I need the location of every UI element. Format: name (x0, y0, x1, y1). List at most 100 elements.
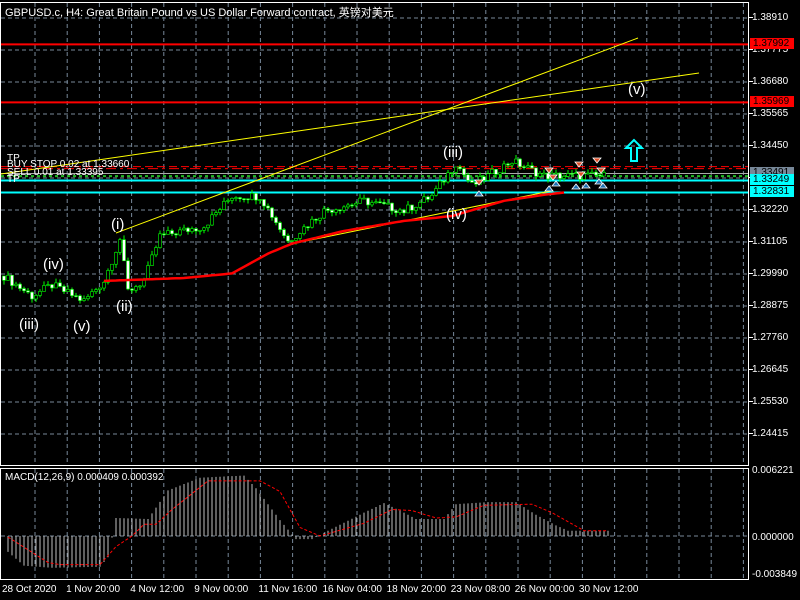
candle-body (470, 180, 474, 183)
time-axis-label: 28 Oct 2020 (2, 584, 57, 595)
candle-body (442, 180, 446, 183)
candle-body (290, 240, 294, 242)
candle-body (402, 209, 406, 214)
wave-label: (v) (628, 81, 646, 98)
candle-body (526, 165, 530, 168)
candle-body (382, 202, 386, 204)
candle-body (414, 207, 418, 211)
candle-body (586, 172, 590, 175)
candle-body (238, 197, 242, 200)
chart-title: GBPUSD.c, H4: Great Britain Pound vs US … (5, 7, 394, 19)
candle-body (538, 173, 542, 177)
candle-body (558, 172, 562, 179)
candle-body (322, 208, 326, 219)
candle-body (490, 169, 494, 174)
candle-body (454, 166, 458, 173)
macd-canvas[interactable] (1, 469, 748, 579)
wave-label: (i) (111, 216, 125, 233)
candle-body (514, 158, 518, 164)
time-axis-label: 16 Nov 04:00 (322, 584, 383, 595)
candle-body (430, 195, 434, 200)
candle-body (130, 288, 134, 291)
candle-body (198, 230, 202, 232)
candle-body (6, 274, 10, 281)
candle-body (118, 239, 122, 253)
candle-body (2, 275, 6, 281)
candle-body (446, 172, 450, 183)
candle-body (326, 208, 330, 211)
candle-body (206, 224, 210, 229)
candle-body (530, 165, 534, 169)
sell-arrow-icon (592, 157, 602, 164)
candle-body (362, 197, 366, 200)
candle-body (506, 163, 510, 166)
candle-body (306, 226, 310, 229)
candle-body (562, 176, 566, 179)
time-axis-label: 11 Nov 16:00 (258, 584, 318, 595)
candle-body (486, 173, 490, 181)
candle-body (86, 296, 90, 300)
candle-body (358, 197, 362, 204)
candle-body (502, 163, 506, 174)
price-chart-pane[interactable]: GBPUSD.c, H4: Great Britain Pound vs US … (0, 2, 749, 466)
price-axis-label: 1.36680 (752, 76, 789, 87)
candle-body (590, 171, 594, 174)
candle-body (298, 233, 302, 239)
time-axis-label: 30 Nov 12:00 (578, 584, 639, 595)
candle-body (498, 172, 502, 175)
wave-label: (ii) (116, 298, 133, 315)
candle-body (282, 229, 286, 236)
price-axis-tick (749, 49, 753, 50)
candle-body (510, 163, 514, 166)
candle-body (230, 198, 234, 201)
candle-body (126, 260, 130, 290)
candle-body (222, 201, 226, 210)
price-chart-canvas[interactable] (1, 3, 748, 465)
candle-body (34, 295, 38, 300)
price-axis-label: 1.38910 (752, 12, 789, 23)
buy-arrow-icon (544, 185, 554, 192)
time-axis-label: 23 Nov 08:00 (450, 584, 511, 595)
candle-body (338, 209, 342, 212)
macd-pane[interactable]: MACD(12,26,9) 0.000409 0.000392 (0, 468, 749, 580)
candle-body (158, 233, 162, 248)
candle-body (574, 172, 578, 174)
candle-body (518, 158, 522, 167)
candle-body (78, 295, 82, 301)
candle-body (310, 218, 314, 228)
candle-body (278, 222, 282, 230)
price-axis-tick (749, 337, 753, 338)
candle-body (458, 166, 462, 169)
candle-body (214, 212, 218, 216)
candle-body (406, 204, 410, 214)
candle-body (390, 202, 394, 212)
price-axis-label: 1.29990 (752, 268, 789, 279)
price-axis-tick (749, 81, 753, 82)
candle-body (14, 283, 18, 286)
price-level-label: 1.35969 (750, 95, 794, 107)
candle-body (174, 233, 178, 236)
price-axis-label: 1.24415 (752, 428, 789, 439)
candle-body (246, 198, 250, 201)
candle-body (494, 169, 498, 175)
wave-label: (v) (73, 318, 91, 335)
candle-body (554, 172, 558, 175)
candle-body (74, 295, 78, 297)
candle-body (294, 238, 298, 241)
price-axis-tick (749, 113, 753, 114)
up-arrow-icon (623, 138, 645, 162)
candle-body (42, 285, 46, 292)
price-axis-label: 1.34450 (752, 140, 789, 151)
candle-body (418, 202, 422, 208)
candle-body (90, 291, 94, 297)
buy-arrow-icon (571, 183, 581, 190)
candle-body (350, 204, 354, 207)
time-axis-label: 4 Nov 12:00 (130, 584, 185, 595)
time-axis-label: 1 Nov 20:00 (66, 584, 121, 595)
price-level-label: 1.37992 (750, 37, 794, 49)
candle-body (250, 192, 254, 200)
price-axis-tick (749, 369, 753, 370)
candle-body (18, 283, 22, 289)
candle-body (370, 202, 374, 206)
price-axis-label: 1.27760 (752, 332, 789, 343)
